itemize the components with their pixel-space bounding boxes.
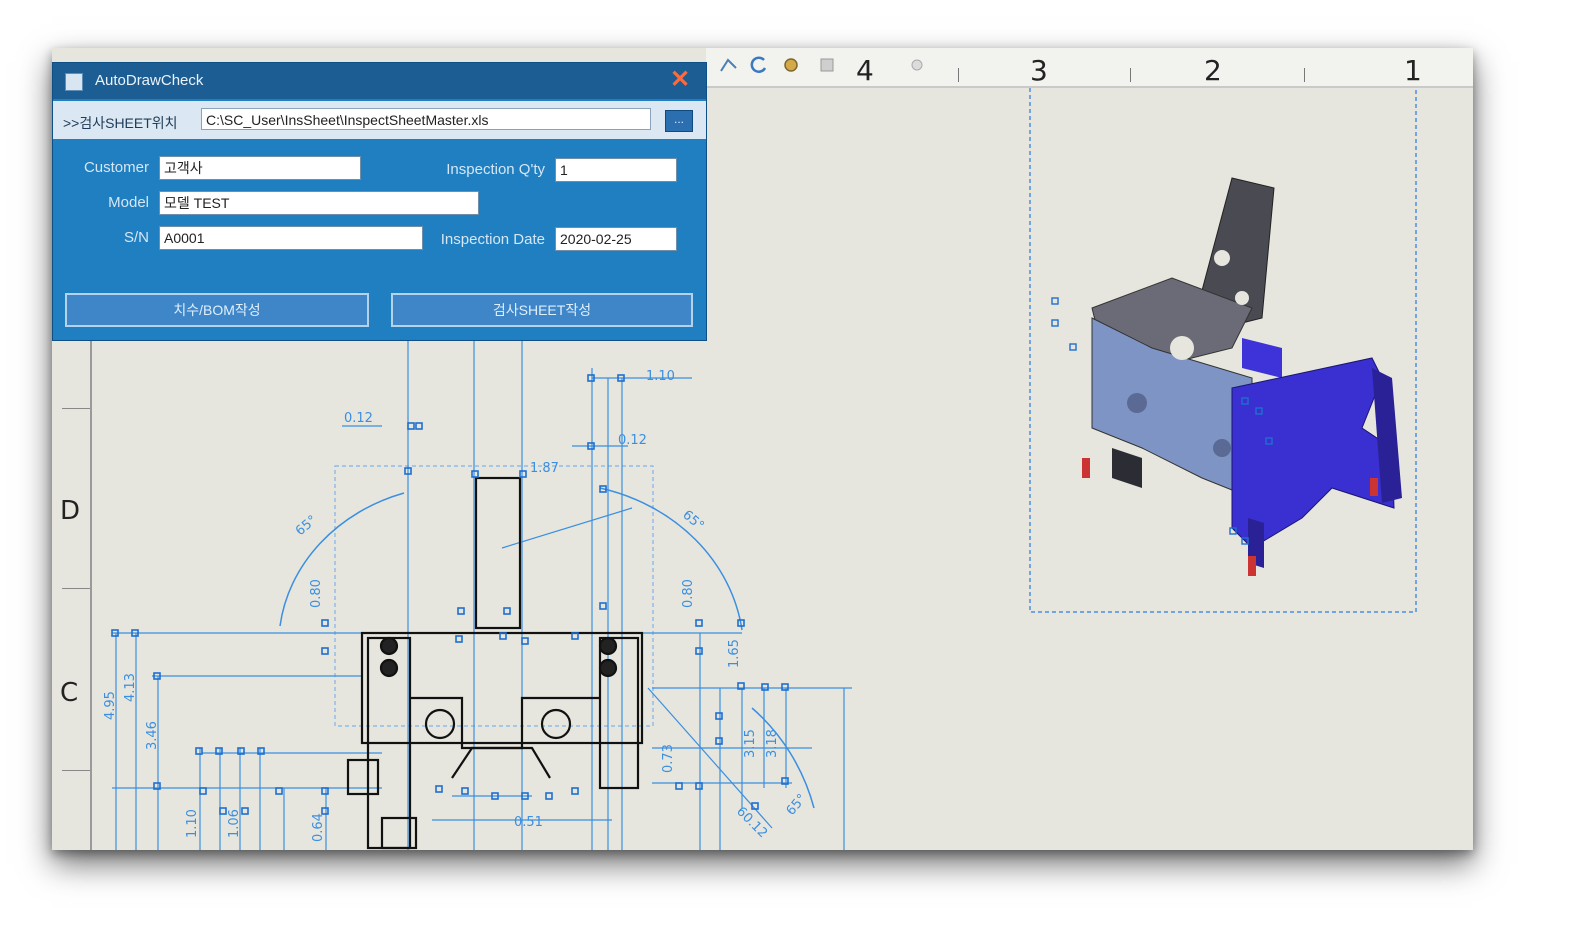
- svg-text:4.95: 4.95: [103, 691, 118, 720]
- svg-text:0.80: 0.80: [309, 579, 324, 608]
- rotate-icon[interactable]: [748, 54, 770, 76]
- svg-text:3.15: 3.15: [743, 729, 758, 758]
- svg-text:65°: 65°: [784, 791, 810, 818]
- svg-text:65°: 65°: [679, 508, 706, 534]
- sheet-path-row: >>검사SHEET위치 C:\SC_User\InsSheet\InspectS…: [53, 101, 706, 139]
- svg-text:3.46: 3.46: [145, 721, 160, 750]
- autodrawcheck-dialog: AutoDrawCheck ✕ >>검사SHEET위치 C:\SC_User\I…: [52, 62, 707, 341]
- display-style-icon[interactable]: [816, 54, 838, 76]
- svg-text:65°: 65°: [293, 513, 320, 539]
- customer-field[interactable]: 고객사: [159, 156, 361, 180]
- sheet-path-input[interactable]: C:\SC_User\InsSheet\InspectSheetMaster.x…: [201, 108, 651, 130]
- svg-text:0.51: 0.51: [514, 815, 543, 830]
- arc-left: [279, 492, 405, 627]
- svg-text:0.80: 0.80: [681, 579, 696, 608]
- model-label: Model: [108, 194, 149, 211]
- ruler-row-d: D: [60, 496, 81, 526]
- sn-label: S/N: [123, 229, 149, 246]
- cad-screen: 1.10 0.12 0.12 1.87 65° 65° 0.80 0.80 4.…: [52, 48, 1473, 850]
- customer-label: Customer: [83, 159, 149, 176]
- ruler-col-1: 1: [1404, 54, 1422, 87]
- dialog-titlebar[interactable]: AutoDrawCheck ✕: [53, 63, 706, 99]
- sn-field[interactable]: A0001: [159, 226, 423, 250]
- ruler-col-3: 3: [1030, 54, 1048, 87]
- svg-text:0.64: 0.64: [311, 813, 326, 842]
- svg-text:1.10: 1.10: [185, 809, 200, 838]
- svg-text:4.13: 4.13: [123, 673, 138, 702]
- svg-text:0.12: 0.12: [618, 433, 647, 448]
- side-ruler: D C: [52, 338, 92, 850]
- svg-text:0.12: 0.12: [344, 411, 373, 426]
- sheet-path-label: >>검사SHEET위치: [63, 115, 178, 131]
- front-view-frame: [334, 465, 654, 727]
- qty-label: Inspection Q'ty: [446, 161, 545, 178]
- dialog-title: AutoDrawCheck: [95, 72, 204, 89]
- inspection-sheet-button[interactable]: 검사SHEET작성: [391, 293, 693, 327]
- svg-text:3.18: 3.18: [765, 729, 780, 758]
- ruler-col-2: 2: [1204, 54, 1222, 87]
- close-icon[interactable]: ✕: [668, 68, 692, 92]
- sketch-tool-icon[interactable]: [718, 54, 740, 76]
- date-field[interactable]: 2020-02-25: [555, 227, 677, 251]
- arc-right: [599, 487, 743, 631]
- svg-text:0.73: 0.73: [661, 744, 676, 773]
- model-field[interactable]: 모델 TEST: [159, 191, 479, 215]
- ruler-row-c: C: [60, 678, 79, 708]
- svg-text:1.06: 1.06: [227, 809, 242, 838]
- svg-text:1.10: 1.10: [646, 369, 675, 384]
- scene-icon[interactable]: [906, 54, 928, 76]
- arc-lower: [751, 707, 815, 809]
- iso-part-3d: [1051, 177, 1402, 576]
- dimension-bom-button[interactable]: 치수/BOM작성: [65, 293, 369, 327]
- date-label: Inspection Date: [440, 231, 545, 248]
- qty-field[interactable]: 1: [555, 158, 677, 182]
- ruler-col-4: 4: [856, 54, 874, 87]
- view-settings-icon[interactable]: [780, 54, 802, 76]
- app-icon: [65, 73, 83, 91]
- svg-text:1.87: 1.87: [530, 461, 559, 476]
- svg-text:1.65: 1.65: [727, 639, 742, 668]
- top-toolbar: 4 3 2 1: [706, 48, 1473, 88]
- browse-button[interactable]: ...: [665, 110, 693, 132]
